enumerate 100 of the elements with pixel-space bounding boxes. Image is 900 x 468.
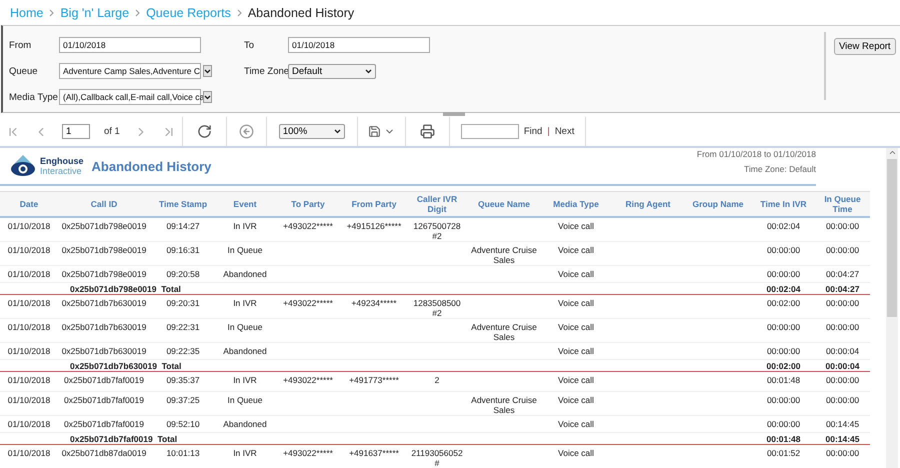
table-cell: 0x25b071db7faf0019: [58, 392, 150, 416]
column-header: Time Stamp: [150, 192, 216, 217]
separator-text: |: [547, 126, 550, 137]
table-cell: Adventure Cruise Sales: [468, 242, 540, 266]
chevron-icon: [135, 8, 140, 16]
table-cell: +493022*****: [274, 372, 342, 392]
table-cell: Voice call: [540, 242, 612, 266]
table-cell: In IVR: [216, 294, 274, 318]
view-report-button[interactable]: View Report: [834, 38, 896, 55]
table-cell: 09:35:37: [150, 372, 216, 392]
table-cell: 00:02:00: [752, 294, 815, 318]
table-cell: 0x25b071db7faf0019: [58, 416, 150, 432]
chevron-down-icon: [334, 129, 341, 134]
column-header: In Queue Time: [815, 192, 870, 217]
table-cell: 00:00:00: [815, 217, 870, 242]
brand-name: Enghouse: [40, 156, 84, 166]
table-cell: 00:01:52: [752, 444, 815, 468]
column-header: Group Name: [684, 192, 752, 217]
table-cell: 01/10/2018: [0, 392, 58, 416]
splitter-handle[interactable]: [443, 112, 465, 116]
table-cell: +491773*****: [342, 372, 406, 392]
table-cell: 09:52:10: [150, 416, 216, 432]
table-cell: Abandoned: [216, 342, 274, 360]
column-header: Queue Name: [468, 192, 540, 217]
table-cell: 00:01:48: [752, 372, 815, 392]
table-cell: 09:37:25: [150, 392, 216, 416]
save-icon[interactable]: [368, 125, 381, 138]
table-cell: In Queue: [216, 242, 274, 266]
column-header: Media Type: [540, 192, 612, 217]
page-number-field[interactable]: 1: [62, 124, 90, 139]
table-cell: In IVR: [216, 444, 274, 468]
table-cell: 00:00:00: [815, 444, 870, 468]
table-cell: Abandoned: [216, 416, 274, 432]
table-cell: 1283508500 #2: [406, 294, 468, 318]
table-cell: 00:02:00: [752, 360, 815, 372]
chevron-icon: [236, 8, 242, 16]
table-cell: Voice call: [540, 294, 612, 318]
scrollbar[interactable]: [886, 148, 898, 468]
table-cell: 00:02:04: [752, 217, 815, 242]
table-cell: +491637*****: [342, 444, 406, 468]
column-header: To Party: [274, 192, 342, 217]
table-cell: 01/10/2018: [0, 416, 58, 432]
refresh-icon[interactable]: [196, 124, 212, 139]
table-cell: +493022*****: [274, 217, 342, 242]
table-cell: In IVR: [216, 372, 274, 392]
chevron-down-icon: [204, 68, 211, 74]
date-field[interactable]: 01/10/2018: [59, 37, 201, 53]
table-cell: 00:00:00: [752, 242, 815, 266]
column-header: Caller IVR Digit: [406, 192, 468, 217]
table-cell: 00:00:00: [815, 318, 870, 342]
table-cell: +4915126*****: [342, 217, 406, 242]
table-cell: 00:00:04: [815, 342, 870, 360]
find-field[interactable]: [460, 124, 519, 139]
dropdown-button[interactable]: [203, 65, 212, 77]
total-label: 0x25b071db7faf0019 Total: [70, 434, 178, 444]
chevron-down-icon: [204, 94, 211, 100]
table-cell: 01/10/2018: [0, 266, 58, 282]
queue-field[interactable]: Adventure Camp Sales,Adventure C: [59, 63, 201, 79]
table-cell: 09:22:35: [150, 342, 216, 360]
table-cell: +493022*****: [274, 444, 342, 468]
table-cell: 00:00:00: [815, 294, 870, 318]
next-link[interactable]: Next: [554, 126, 574, 137]
print-icon[interactable]: [420, 124, 435, 139]
table-cell: 00:00:00: [815, 372, 870, 392]
table-cell: Abandoned: [216, 266, 274, 282]
table-cell: 09:20:58: [150, 266, 216, 282]
field-label: From: [9, 40, 32, 50]
table-cell: 01/10/2018: [0, 294, 58, 318]
table-cell: 1267500728 #2: [406, 217, 468, 242]
chevron-icon: [49, 8, 54, 16]
find-link[interactable]: Find: [524, 126, 542, 137]
table-cell: In Queue: [216, 392, 274, 416]
table-cell: 00:00:00: [752, 342, 815, 360]
table-cell: 00:01:48: [752, 432, 815, 444]
back-icon[interactable]: [238, 124, 254, 139]
table-cell: 0x25b071db798e0019: [58, 242, 150, 266]
table-cell: Adventure Cruise Sales: [468, 318, 540, 342]
table-cell: 09:20:31: [150, 294, 216, 318]
table-cell: In IVR: [216, 217, 274, 242]
date-field[interactable]: 01/10/2018: [288, 37, 430, 53]
table-cell: 0x25b071db87da0019: [58, 444, 150, 468]
time-zone-text: Time Zone: Default: [744, 164, 816, 174]
table-cell: 00:04:27: [815, 282, 870, 294]
table-cell: Voice call: [540, 416, 612, 432]
table-cell: 00:00:00: [815, 242, 870, 266]
table-cell: Voice call: [540, 342, 612, 360]
table-cell: +49234*****: [342, 294, 406, 318]
column-header: Event: [216, 192, 274, 217]
dropdown-button[interactable]: [203, 91, 212, 103]
table-cell: 00:00:00: [752, 416, 815, 432]
table-cell: Voice call: [540, 444, 612, 468]
page-count: of 1: [104, 126, 120, 137]
scroll-up-icon[interactable]: [888, 148, 896, 157]
table-cell: 00:14:45: [815, 432, 870, 444]
column-header: Time In IVR: [752, 192, 815, 217]
time-zone-select[interactable]: Default: [288, 64, 376, 78]
zoom-select[interactable]: 100%: [278, 124, 345, 139]
table-cell: 00:14:45: [815, 416, 870, 432]
breadcrumb-current: Abandoned History: [248, 6, 354, 20]
table-cell: 00:02:04: [752, 282, 815, 294]
